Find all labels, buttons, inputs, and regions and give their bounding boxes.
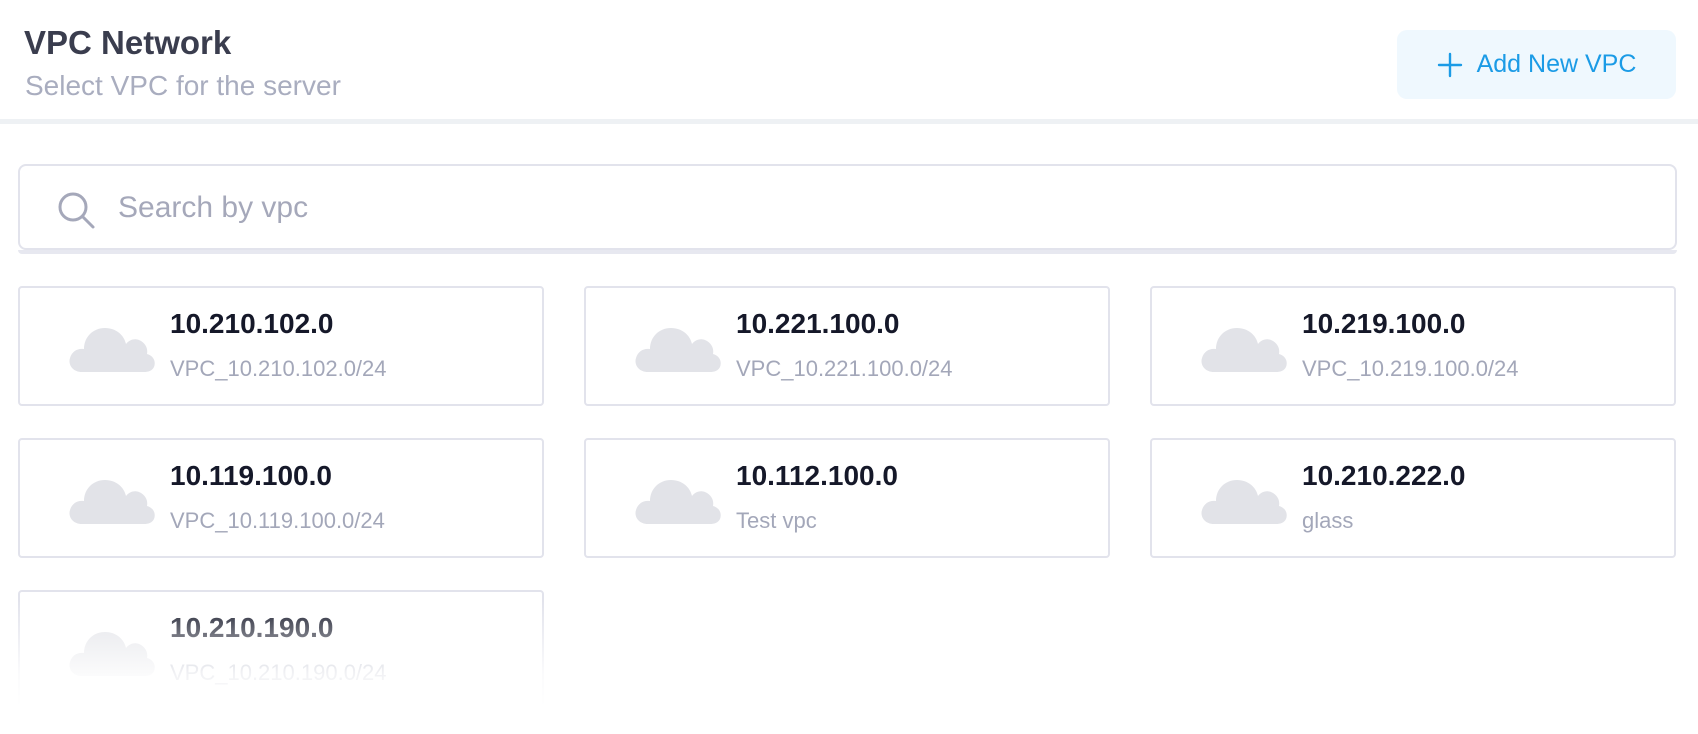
page-header: VPC Network Select VPC for the server Ad…: [0, 0, 1698, 124]
vpc-ip: 10.119.100.0: [170, 460, 332, 491]
search-input[interactable]: [118, 184, 1618, 232]
cloud-icon: [69, 328, 155, 372]
vpc-ip: 10.210.190.0: [170, 612, 334, 643]
vpc-name: VPC_10.210.190.0/24: [170, 660, 387, 685]
cloud-icon: [635, 328, 721, 372]
vpc-name: glass: [1302, 508, 1354, 533]
add-new-vpc-label: Add New VPC: [1476, 50, 1637, 78]
page-subtitle: Select VPC for the server: [25, 70, 341, 101]
plus-icon: [1437, 52, 1462, 77]
vpc-ip: 10.221.100.0: [736, 308, 900, 339]
vpc-card[interactable]: 10.210.222.0 glass: [1150, 438, 1676, 558]
cloud-icon: [69, 632, 155, 676]
search-icon: [58, 192, 95, 229]
add-new-vpc-button[interactable]: Add New VPC: [1397, 30, 1676, 99]
vpc-card[interactable]: 10.210.190.0 VPC_10.210.190.0/24: [18, 590, 544, 710]
vpc-card[interactable]: 10.119.100.0 VPC_10.119.100.0/24: [18, 438, 544, 558]
vpc-card[interactable]: 10.112.100.0 Test vpc: [584, 438, 1110, 558]
vpc-ip: 10.210.102.0: [170, 308, 334, 339]
vpc-ip: 10.219.100.0: [1302, 308, 1466, 339]
cloud-icon: [69, 480, 155, 524]
vpc-card[interactable]: 10.219.100.0 VPC_10.219.100.0/24: [1150, 286, 1676, 406]
search-underline: [18, 250, 1677, 254]
vpc-name: VPC_10.221.100.0/24: [736, 356, 953, 381]
search-box: [18, 164, 1677, 250]
vpc-card[interactable]: 10.221.100.0 VPC_10.221.100.0/24: [584, 286, 1110, 406]
vpc-card[interactable]: 10.210.102.0 VPC_10.210.102.0/24: [18, 286, 544, 406]
vpc-name: VPC_10.119.100.0/24: [170, 508, 385, 533]
vpc-name: Test vpc: [736, 508, 817, 533]
cloud-icon: [1201, 328, 1287, 372]
cloud-icon: [635, 480, 721, 524]
vpc-ip: 10.112.100.0: [736, 460, 898, 491]
cloud-icon: [1201, 480, 1287, 524]
vpc-name: VPC_10.219.100.0/24: [1302, 356, 1519, 381]
vpc-ip: 10.210.222.0: [1302, 460, 1466, 491]
page-title: VPC Network: [24, 24, 232, 61]
vpc-name: VPC_10.210.102.0/24: [170, 356, 387, 381]
